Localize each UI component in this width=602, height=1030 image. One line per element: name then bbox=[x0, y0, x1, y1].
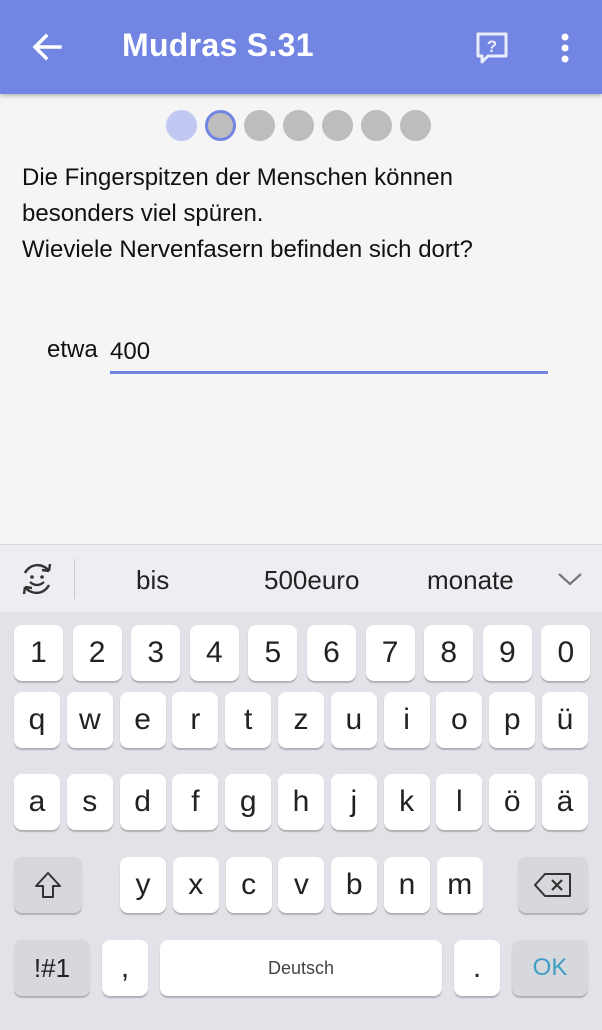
key-3[interactable]: 3 bbox=[131, 625, 181, 681]
question-line: Die Fingerspitzen der Menschen können bbox=[22, 164, 453, 191]
key-4[interactable]: 4 bbox=[189, 625, 239, 681]
collapse-suggestions-button[interactable] bbox=[552, 563, 588, 595]
page-title: Mudras S.31 bbox=[122, 27, 314, 63]
key-d[interactable]: d bbox=[119, 774, 166, 830]
help-button[interactable]: ? bbox=[470, 26, 514, 70]
key-i[interactable]: i bbox=[383, 692, 430, 748]
key-2[interactable]: 2 bbox=[72, 625, 122, 681]
key-m[interactable]: m bbox=[436, 857, 483, 913]
key-o[interactable]: o bbox=[436, 692, 483, 748]
key-w[interactable]: w bbox=[66, 692, 113, 748]
key-0[interactable]: 0 bbox=[541, 625, 591, 681]
shift-key[interactable] bbox=[14, 857, 82, 913]
key-s[interactable]: s bbox=[66, 774, 113, 830]
key-5[interactable]: 5 bbox=[248, 625, 298, 681]
back-button[interactable] bbox=[24, 25, 70, 69]
step-dot bbox=[361, 110, 392, 141]
key-v[interactable]: v bbox=[278, 857, 325, 913]
emoji-toggle-button[interactable] bbox=[14, 557, 60, 601]
arrow-left-icon bbox=[32, 33, 62, 61]
suggestion-bar: bis 500euro monate bbox=[0, 544, 602, 612]
key-9[interactable]: 9 bbox=[482, 625, 532, 681]
suggestion-item[interactable]: bis bbox=[136, 565, 169, 596]
comma-key[interactable]: , bbox=[102, 940, 148, 996]
key-h[interactable]: h bbox=[278, 774, 324, 830]
key-g[interactable]: g bbox=[225, 774, 272, 830]
shift-arrow-icon bbox=[35, 872, 61, 898]
suggestion-item[interactable]: 500euro bbox=[264, 565, 359, 596]
backspace-icon bbox=[534, 873, 571, 897]
step-indicator bbox=[166, 110, 436, 142]
question-line: Wieviele Nervenfasern befinden sich dort… bbox=[22, 236, 473, 263]
key-7[interactable]: 7 bbox=[365, 625, 415, 681]
backspace-key[interactable] bbox=[518, 857, 588, 913]
question-comment-icon: ? bbox=[476, 32, 508, 64]
key-f[interactable]: f bbox=[172, 774, 219, 830]
key-u[interactable]: u bbox=[330, 692, 377, 748]
chevron-down-icon bbox=[558, 573, 582, 586]
step-dot bbox=[400, 110, 431, 141]
key-a[interactable]: a bbox=[14, 774, 60, 830]
key-t[interactable]: t bbox=[225, 692, 272, 748]
key-ü[interactable]: ü bbox=[542, 692, 588, 748]
step-dot bbox=[244, 110, 275, 141]
more-options-button[interactable] bbox=[548, 26, 582, 70]
key-r[interactable]: r bbox=[172, 692, 219, 748]
key-6[interactable]: 6 bbox=[307, 625, 356, 681]
step-dot bbox=[166, 110, 197, 141]
key-x[interactable]: x bbox=[172, 857, 219, 913]
step-dot bbox=[322, 110, 353, 141]
ok-key[interactable]: OK bbox=[512, 940, 588, 996]
key-8[interactable]: 8 bbox=[424, 625, 474, 681]
question-line: besonders viel spüren. bbox=[22, 200, 264, 227]
suggestion-item[interactable]: monate bbox=[427, 565, 514, 596]
question-text: Die Fingerspitzen der Menschen können be… bbox=[22, 160, 582, 268]
key-j[interactable]: j bbox=[330, 774, 377, 830]
space-key[interactable]: Deutsch bbox=[160, 940, 442, 996]
key-ä[interactable]: ä bbox=[542, 774, 588, 830]
period-key[interactable]: . bbox=[454, 940, 500, 996]
key-l[interactable]: l bbox=[436, 774, 483, 830]
key-p[interactable]: p bbox=[489, 692, 536, 748]
suggestion-divider bbox=[74, 559, 75, 599]
key-e[interactable]: e bbox=[119, 692, 166, 748]
symbols-key[interactable]: !#1 bbox=[14, 940, 90, 996]
more-vert-icon bbox=[561, 33, 569, 63]
key-b[interactable]: b bbox=[331, 857, 378, 913]
key-ö[interactable]: ö bbox=[489, 774, 536, 830]
answer-prefix-label: etwa bbox=[47, 336, 98, 363]
step-dot bbox=[283, 110, 314, 141]
key-z[interactable]: z bbox=[278, 692, 324, 748]
emoji-cycle-icon bbox=[22, 563, 52, 595]
step-dot bbox=[205, 110, 236, 141]
answer-input[interactable] bbox=[110, 332, 548, 374]
key-1[interactable]: 1 bbox=[14, 625, 63, 681]
key-n[interactable]: n bbox=[384, 857, 430, 913]
key-k[interactable]: k bbox=[383, 774, 430, 830]
soft-keyboard: bis 500euro monate 1234567890 qwertzuiopü… bbox=[0, 544, 602, 1030]
key-y[interactable]: y bbox=[120, 857, 166, 913]
svg-text:?: ? bbox=[487, 37, 497, 56]
key-c[interactable]: c bbox=[225, 857, 272, 913]
app-bar: Mudras S.31 ? bbox=[0, 0, 602, 94]
key-q[interactable]: q bbox=[14, 692, 60, 748]
